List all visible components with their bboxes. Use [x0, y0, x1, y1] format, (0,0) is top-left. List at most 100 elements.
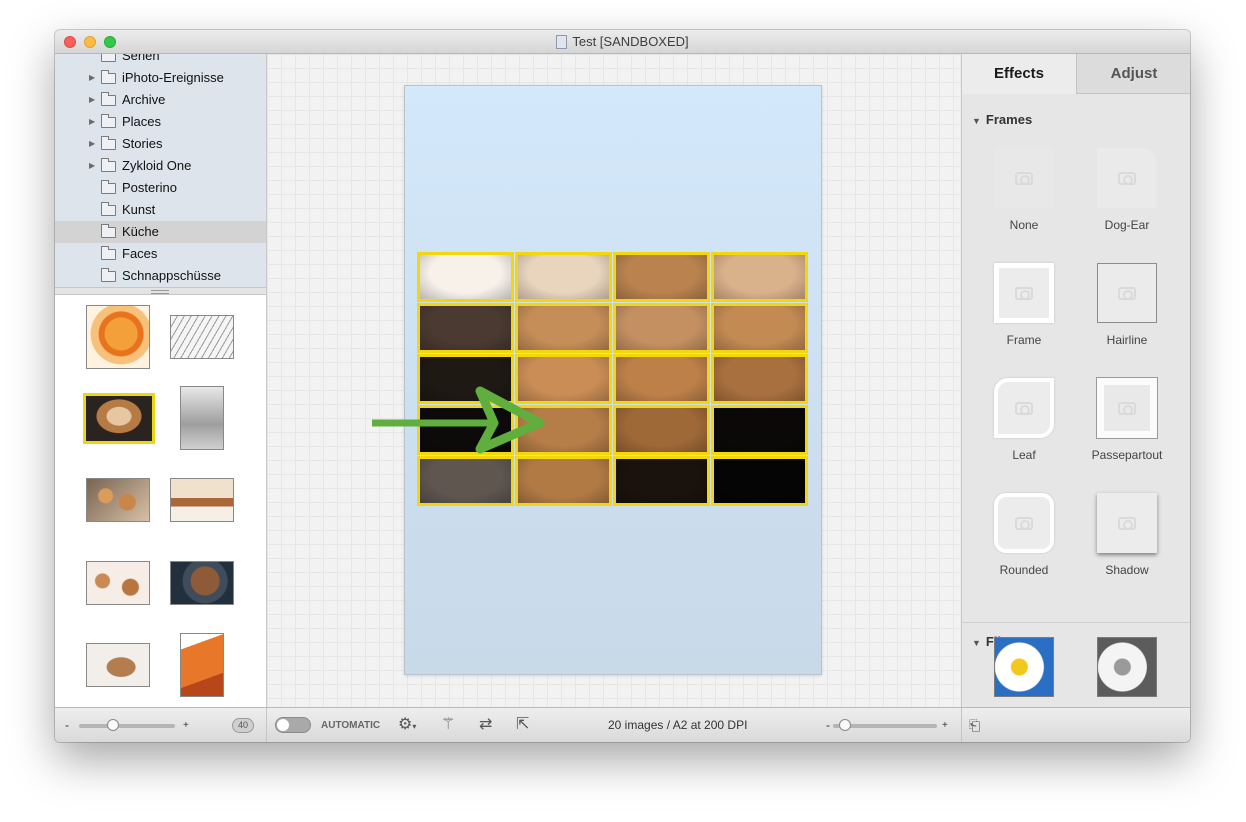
divider: [266, 708, 267, 742]
poster-photo-tile[interactable]: [711, 252, 808, 302]
canvas-zoom-slider-knob[interactable]: [839, 719, 852, 731]
source-item-schnappschuesse[interactable]: Schnappschüsse: [55, 265, 266, 287]
photo-thumbnail[interactable]: [86, 643, 150, 687]
gear-menu-icon[interactable]: ⚙▾: [398, 716, 416, 736]
photo-thumbnail[interactable]: [180, 386, 224, 450]
poster-photo-tile[interactable]: [417, 456, 514, 506]
title-bar: Test [SANDBOXED]: [55, 30, 1190, 54]
sidebar-split-handle[interactable]: [55, 287, 266, 295]
source-item-stories[interactable]: ▶ Stories: [55, 133, 266, 155]
inspector-panel: Effects Adjust ▼ Frames None Dog-Ear Fram…: [961, 54, 1190, 707]
shuffle-icon[interactable]: ⇄: [479, 716, 492, 734]
frame-option-passepartout[interactable]: Passepartout: [1077, 377, 1177, 462]
poster-canvas[interactable]: [267, 54, 960, 707]
folder-icon: [101, 92, 116, 106]
folder-icon: [101, 136, 116, 150]
poster-photo-tile[interactable]: [613, 252, 710, 302]
poster-photo-tile[interactable]: [515, 252, 612, 302]
automatic-toggle[interactable]: [275, 717, 311, 733]
thumbnail-size-max-label: +: [183, 720, 189, 731]
close-window-button[interactable]: [64, 36, 76, 48]
photo-thumbnail[interactable]: [86, 478, 150, 522]
source-item-places[interactable]: ▶ Places: [55, 111, 266, 133]
photo-browser: [55, 295, 266, 707]
divider: [961, 708, 962, 742]
bottom-toolbar: - + 40 AUTOMATIC ⚙▾ ⚚ ⇄ ⇱ 20 images / A2…: [55, 707, 1190, 742]
magic-wand-icon[interactable]: ⚚: [441, 716, 455, 734]
folder-icon: [101, 224, 116, 238]
camera-icon: [1015, 517, 1033, 530]
thumbnail-size-slider-knob[interactable]: [106, 719, 119, 731]
tab-adjust[interactable]: Adjust: [1076, 54, 1190, 94]
poster-photo-tile[interactable]: [613, 354, 710, 404]
photo-thumbnail[interactable]: [180, 633, 224, 697]
canvas-zoom-min-label: -: [826, 718, 830, 732]
source-item-posterino[interactable]: Posterino: [55, 177, 266, 199]
canvas-zoom-max-label: +: [942, 720, 948, 731]
zoom-window-button[interactable]: [104, 36, 116, 48]
photo-thumbnail-selected[interactable]: [83, 393, 155, 444]
poster-photo-tile[interactable]: [417, 303, 514, 353]
folder-icon: [101, 202, 116, 216]
source-item-archive[interactable]: ▶ Archive: [55, 89, 266, 111]
photo-thumbnail[interactable]: [170, 478, 234, 522]
frame-option-frame[interactable]: Frame: [974, 263, 1074, 347]
disclosure-down-icon: ▼: [972, 116, 981, 126]
sidebar: Serien ▶ iPhoto-Ereignisse ▶ Archive ▶ P…: [55, 54, 267, 707]
section-divider: [962, 622, 1190, 623]
folder-icon: [101, 246, 116, 260]
source-item-zykloid-one[interactable]: ▶ Zykloid One: [55, 155, 266, 177]
photo-thumbnail[interactable]: [86, 305, 150, 369]
disclosure-triangle-icon[interactable]: ▶: [89, 133, 95, 155]
frame-option-hairline[interactable]: Hairline: [1077, 263, 1177, 347]
disclosure-triangle-icon[interactable]: ▶: [89, 111, 95, 133]
folder-icon: [101, 70, 116, 84]
poster-page[interactable]: [404, 85, 822, 675]
disclosure-triangle-icon[interactable]: ▶: [89, 67, 95, 89]
thumbnail-size-slider[interactable]: [79, 724, 175, 728]
sidebar-toggle-icon[interactable]: ⎗: [969, 716, 980, 734]
folder-icon: [101, 114, 116, 128]
poster-photo-tile[interactable]: [711, 405, 808, 455]
camera-icon: [1118, 172, 1136, 185]
photo-thumbnail[interactable]: [170, 561, 234, 605]
poster-photo-tile[interactable]: [613, 456, 710, 506]
poster-photo-tile[interactable]: [711, 303, 808, 353]
frame-option-dog-ear[interactable]: Dog-Ear: [1077, 148, 1177, 232]
photo-thumbnail[interactable]: [170, 315, 234, 359]
frames-section-header[interactable]: ▼ Frames: [972, 112, 1032, 127]
poster-photo-tile[interactable]: [711, 456, 808, 506]
drag-arrow-annotation: [372, 386, 545, 454]
minimize-window-button[interactable]: [84, 36, 96, 48]
source-item-iphoto-ereignisse[interactable]: ▶ iPhoto-Ereignisse: [55, 67, 266, 89]
source-item-kueche[interactable]: Küche: [55, 221, 266, 243]
filter-option-black-white[interactable]: Black & White: [1097, 637, 1157, 697]
frame-option-none[interactable]: None: [974, 148, 1074, 232]
poster-photo-tile[interactable]: [515, 456, 612, 506]
disclosure-triangle-icon[interactable]: ▶: [89, 155, 95, 177]
photo-thumbnail[interactable]: [86, 561, 150, 605]
camera-icon: [1118, 517, 1136, 530]
disclosure-triangle-icon[interactable]: ▶: [89, 89, 95, 111]
frame-option-rounded[interactable]: Rounded: [974, 493, 1074, 577]
folder-icon: [101, 158, 116, 172]
poster-photo-tile[interactable]: [515, 303, 612, 353]
status-text: 20 images / A2 at 200 DPI: [608, 718, 748, 732]
frame-option-shadow[interactable]: Shadow: [1077, 493, 1177, 577]
poster-photo-tile[interactable]: [613, 303, 710, 353]
filter-option-none[interactable]: None: [994, 637, 1054, 697]
camera-icon: [1015, 287, 1033, 300]
frame-option-leaf[interactable]: Leaf: [974, 378, 1074, 462]
share-icon[interactable]: ⇱: [516, 716, 529, 734]
poster-photo-tile[interactable]: [711, 354, 808, 404]
camera-icon: [1015, 402, 1033, 415]
automatic-label: AUTOMATIC: [321, 720, 381, 731]
grip-icon: [151, 290, 169, 294]
source-item-faces[interactable]: Faces: [55, 243, 266, 265]
source-item-serien[interactable]: Serien: [55, 54, 266, 67]
poster-photo-tile[interactable]: [417, 252, 514, 302]
camera-icon: [1118, 287, 1136, 300]
poster-photo-tile[interactable]: [613, 405, 710, 455]
source-item-kunst[interactable]: Kunst: [55, 199, 266, 221]
tab-effects[interactable]: Effects: [962, 54, 1076, 94]
